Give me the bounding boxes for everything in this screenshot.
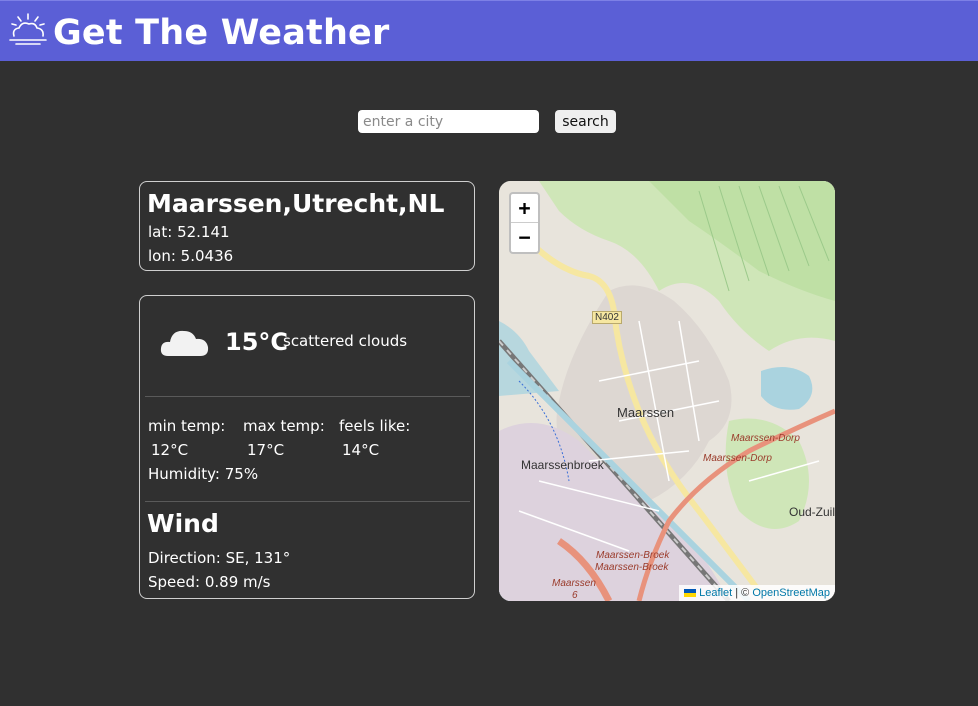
max-temp-value: 17°C (247, 441, 285, 459)
map-label-oud-zuil: Oud-Zuil (789, 505, 835, 519)
app-header: Get The Weather (0, 0, 978, 61)
wind-speed: Speed: 0.89 m/s (148, 573, 271, 591)
map-label-maarssen: Maarssen (552, 578, 596, 589)
max-temp-label: max temp: (243, 417, 325, 435)
feels-like-value: 14°C (342, 441, 380, 459)
map-label-broek: Maarssen-Broek (595, 562, 669, 573)
ukraine-flag-icon (684, 589, 697, 598)
map-label-district: Maarssenbroek (521, 458, 604, 472)
divider (145, 501, 470, 502)
app-title: Get The Weather (53, 13, 390, 53)
map-label-town: Maarssen (617, 405, 675, 420)
weather-description: scattered clouds (283, 332, 408, 350)
cloud-icon (160, 330, 209, 356)
weather-card: 15°C scattered clouds min temp: max temp… (139, 295, 475, 599)
divider (145, 396, 470, 397)
min-temp-value: 12°C (151, 441, 189, 459)
longitude: lon: 5.0436 (148, 247, 234, 265)
map-label-number: 6 (572, 590, 578, 601)
map-attribution: Leaflet | © OpenStreetMap (679, 585, 835, 601)
city-name: Maarssen,Utrecht,NL (147, 189, 445, 218)
sun-cloud-icon (9, 13, 47, 45)
wind-heading: Wind (147, 509, 219, 538)
humidity: Humidity: 75% (148, 465, 259, 483)
current-temperature: 15°C (225, 328, 289, 356)
wind-direction: Direction: SE, 131° (148, 549, 291, 567)
map-view[interactable]: N402 Maarssen Maarssenbroek Maarssen-Dor… (499, 181, 835, 601)
location-card: Maarssen,Utrecht,NL lat: 52.141 lon: 5.0… (139, 181, 475, 271)
min-temp-label: min temp: (148, 417, 226, 435)
feels-like-label: feels like: (339, 417, 411, 435)
zoom-control: + − (509, 192, 540, 254)
map-label-road: N402 (592, 311, 622, 324)
search-button[interactable]: search (555, 110, 616, 133)
leaflet-link[interactable]: Leaflet (699, 587, 732, 599)
city-search-input[interactable] (358, 110, 539, 133)
latitude: lat: 52.141 (148, 223, 230, 241)
map-label-dorp: Maarssen-Dorp (731, 433, 800, 444)
openstreetmap-link[interactable]: OpenStreetMap (752, 587, 830, 599)
map-tiles[interactable] (499, 181, 835, 601)
attribution-separator: | © (732, 587, 753, 599)
map-label-dorp: Maarssen-Dorp (703, 453, 772, 464)
zoom-in-button[interactable]: + (511, 194, 538, 223)
zoom-out-button[interactable]: − (511, 223, 538, 252)
map-label-broek: Maarssen-Broek (596, 550, 670, 561)
